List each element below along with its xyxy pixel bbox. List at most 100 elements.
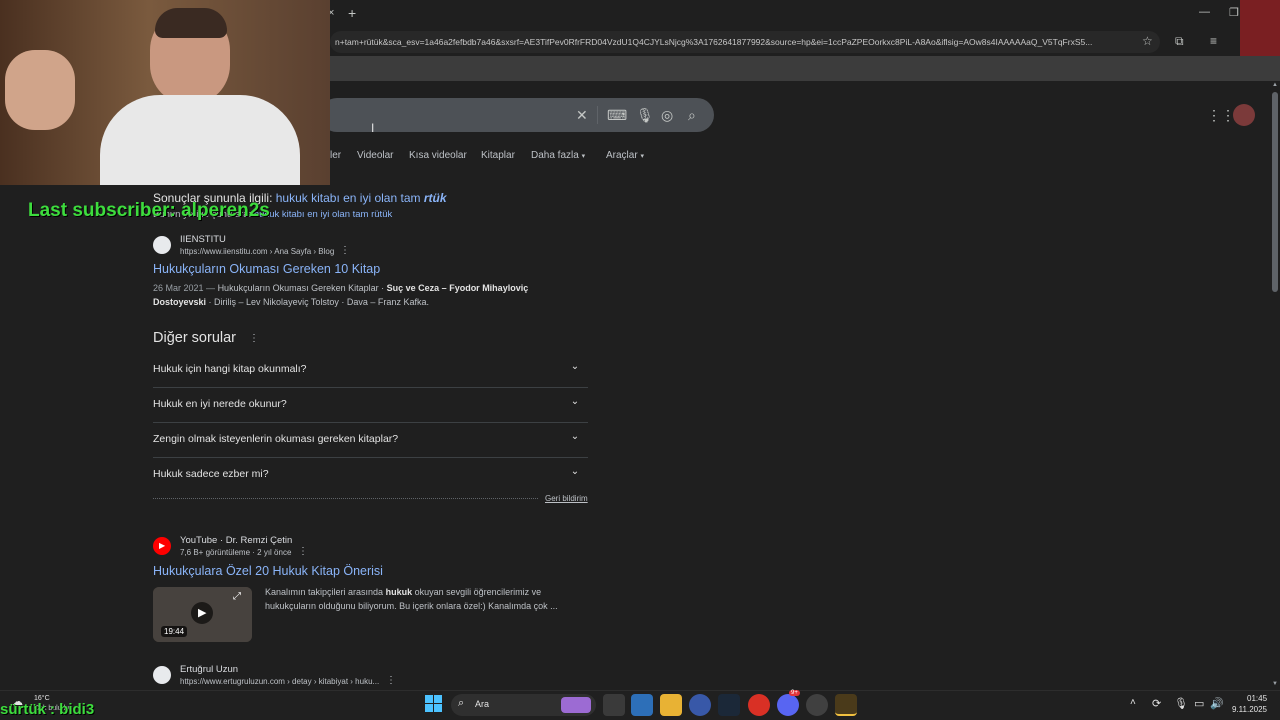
scroll-up-icon[interactable]: ▲ xyxy=(1272,82,1278,88)
alt-query-link[interactable]: hukuk kitabı en iyi olan tam rütük xyxy=(254,209,392,220)
result-breadcrumb[interactable]: https://www.ertugruluzun.com › detay › k… xyxy=(180,677,379,686)
chevron-up-icon[interactable]: ˄ xyxy=(1130,697,1136,708)
more-options-icon[interactable]: ⋮ xyxy=(249,333,259,344)
search-icon[interactable]: ⌕ xyxy=(688,107,696,124)
corrected-query-link[interactable]: hukuk kitabı en iyi olan tam rtük xyxy=(276,191,447,205)
sync-icon[interactable]: ⟳ xyxy=(1152,697,1161,710)
faq-item[interactable]: Zengin olmak isteyenlerin okuması gereke… xyxy=(153,423,588,458)
scrollbar-thumb[interactable] xyxy=(1272,92,1278,292)
result-breadcrumb[interactable]: https://www.iienstitu.com › Ana Sayfa › … xyxy=(180,247,334,256)
faq-question: Hukuk en iyi nerede okunur? xyxy=(153,398,287,410)
faq-heading: Diğer sorular xyxy=(153,330,236,346)
apps-grid-icon[interactable]: ⋮⋮ xyxy=(1207,107,1235,124)
taskbar-search[interactable]: ⌕ Ara xyxy=(451,694,596,716)
media-control-icon[interactable]: ≡ xyxy=(1210,34,1217,48)
lens-icon[interactable]: ◎ xyxy=(661,107,673,124)
keyboard-icon[interactable]: ⌨ xyxy=(607,107,627,124)
result-site-name: YouTube · Dr. Remzi Çetin xyxy=(180,535,293,546)
microphone-icon[interactable]: 🎙 xyxy=(1174,697,1188,710)
video-duration: 19:44 xyxy=(161,626,188,637)
faq-question: Hukuk için hangi kitap okunmalı? xyxy=(153,363,307,375)
search-highlight-icon xyxy=(561,697,591,713)
faq-question: Zengin olmak isteyenlerin okuması gereke… xyxy=(153,433,399,445)
bookmark-star-icon[interactable]: ☆ xyxy=(1142,34,1153,48)
tab-books[interactable]: Kitaplar xyxy=(481,150,515,161)
play-button[interactable]: ▶ xyxy=(191,602,213,624)
start-tile xyxy=(425,704,433,712)
clear-icon[interactable]: ✕ xyxy=(576,107,588,124)
start-tile xyxy=(434,695,442,703)
app-icon[interactable] xyxy=(806,694,828,716)
tab-tools-label: Araçlar xyxy=(606,150,638,161)
file-explorer-icon[interactable] xyxy=(660,694,682,716)
expand-icon[interactable]: ⤢ xyxy=(233,591,241,602)
url-text[interactable]: n+tam+rütük&sca_esv=1a46a2fefbdb7a46&sxs… xyxy=(335,37,1135,47)
result-title[interactable]: Hukukçuların Okuması Gereken 10 Kitap xyxy=(153,262,380,276)
tab-more[interactable]: Daha fazla ▾ xyxy=(531,150,585,161)
task-view-icon[interactable] xyxy=(603,694,625,716)
tab-videos[interactable]: Videolar xyxy=(357,150,394,161)
feedback-link[interactable]: Geri bildirim xyxy=(545,494,588,503)
calculator-icon[interactable] xyxy=(631,694,653,716)
monitor-icon[interactable]: ▭ xyxy=(1194,697,1204,710)
result-meta: 7,6 B+ görüntüleme · 2 yıl önce xyxy=(180,548,292,557)
new-tab-button[interactable]: + xyxy=(348,5,356,21)
more-options-icon[interactable]: ⋮ xyxy=(340,245,350,256)
snippet-text: Hukukçuların Okuması Gereken Kitaplar · xyxy=(217,283,385,293)
volume-icon[interactable]: 🔊 xyxy=(1210,697,1224,710)
streamer-hair xyxy=(155,8,227,38)
windows-start-icon[interactable] xyxy=(425,695,443,713)
snippet-text: Kanalımın takipçileri arasında xyxy=(265,587,384,597)
streamer-shirt xyxy=(100,95,300,185)
tab-more-label: Daha fazla xyxy=(531,150,579,161)
snippet-bold: hukuk xyxy=(385,587,413,597)
tab-short-videos[interactable]: Kısa videolar xyxy=(409,150,467,161)
youtube-icon: ▶ xyxy=(153,537,171,555)
league-icon[interactable] xyxy=(835,694,857,716)
last-subscriber-overlay: Last subscriber: alperen2s xyxy=(28,200,270,221)
chevron-down-icon: ⌄ xyxy=(570,431,580,442)
start-tile xyxy=(434,704,442,712)
result-snippet-line1: 26 Mar 2021 — Hukukçuların Okuması Gerek… xyxy=(153,283,528,293)
bottom-overlay-text: sürtük : bidi3 xyxy=(0,701,95,718)
faq-item[interactable]: Hukuk en iyi nerede okunur? ⌄ xyxy=(153,388,588,423)
divider xyxy=(597,106,598,124)
result-title[interactable]: Hukukçulara Özel 20 Hukuk Kitap Önerisi xyxy=(153,564,383,578)
result-snippet-line1: Kanalımın takipçileri arasında hukuk oku… xyxy=(265,587,541,597)
discord-icon[interactable]: 9+ xyxy=(777,690,800,716)
restore-icon[interactable]: ❐ xyxy=(1229,6,1239,19)
clock-date[interactable]: 9.11.2025 xyxy=(1232,705,1267,714)
clock-time[interactable]: 01:45 xyxy=(1247,694,1267,703)
result-snippet-line2: Dostoyevski · Diriliş – Lev Nikolayeviç … xyxy=(153,297,429,307)
chrome-icon[interactable] xyxy=(748,694,770,716)
site-favicon xyxy=(153,236,171,254)
search-icon: ⌕ xyxy=(458,697,465,709)
play-icon: ▶ xyxy=(159,541,166,550)
streamer-hand xyxy=(5,50,75,130)
taskbar-search-placeholder: Ara xyxy=(475,699,490,709)
play-icon: ▶ xyxy=(198,607,207,619)
chevron-down-icon: ⌄ xyxy=(570,396,580,407)
app-icon[interactable] xyxy=(689,694,711,716)
more-options-icon[interactable]: ⋮ xyxy=(298,546,308,557)
scroll-down-icon[interactable]: ▼ xyxy=(1272,681,1278,687)
minimize-icon[interactable]: — xyxy=(1199,6,1210,18)
text-cursor-icon: I xyxy=(371,121,375,135)
chevron-down-icon: ⌄ xyxy=(570,466,580,477)
avatar[interactable] xyxy=(1233,104,1255,126)
search-input[interactable] xyxy=(320,98,714,132)
chevron-down-icon: ⌄ xyxy=(570,361,580,372)
webcam-overlay xyxy=(0,0,330,185)
snippet-bold-2: Dostoyevski xyxy=(153,297,207,307)
tab-partial[interactable]: ler xyxy=(330,150,341,161)
start-tile xyxy=(425,695,433,703)
streamer-avatar-overlay xyxy=(1240,0,1280,58)
video-thumbnail[interactable]: ▶ ⤢ 19:44 xyxy=(153,587,252,642)
faq-item[interactable]: Hukuk sadece ezber mi? ⌄ xyxy=(153,458,588,493)
tab-tools[interactable]: Araçlar ▾ xyxy=(606,150,644,161)
faq-item[interactable]: Hukuk için hangi kitap okunmalı? ⌄ xyxy=(153,353,588,388)
extensions-icon[interactable]: ⧉ xyxy=(1175,34,1184,49)
steam-icon[interactable] xyxy=(718,694,740,716)
more-options-icon[interactable]: ⋮ xyxy=(386,675,396,686)
microphone-icon[interactable]: 🎙 xyxy=(636,107,654,124)
